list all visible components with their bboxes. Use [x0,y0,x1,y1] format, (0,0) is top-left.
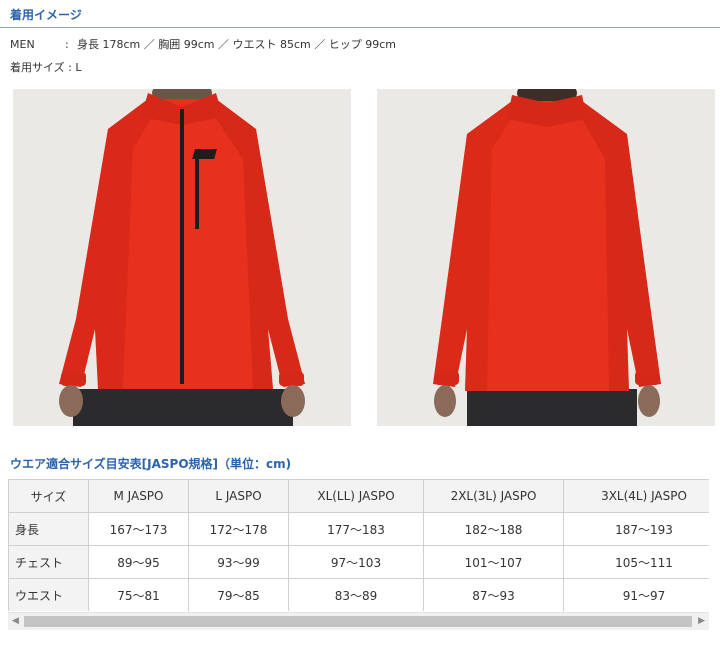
table-cell: 187〜193 [563,512,709,546]
table-cell: 105〜111 [563,545,709,579]
table-row: 身長 167〜173 172〜178 177〜183 182〜188 187〜1… [8,512,709,546]
table-cell: 167〜173 [88,512,189,546]
table-cell: 83〜89 [288,578,424,611]
model-colon: : [65,38,69,51]
size-table-container[interactable]: サイズ M JASPO L JASPO XL(LL) JASPO 2XL(3L)… [8,479,709,611]
table-row: ウエスト 75〜81 79〜85 83〜89 87〜93 91〜97 [8,578,709,611]
jacket-back-illustration [377,89,715,426]
table-cell: 89〜95 [88,545,189,579]
jacket-front-photo: D [13,89,351,426]
svg-text:D: D [221,151,228,160]
horizontal-scrollbar[interactable]: ◀ ▶ [8,612,709,630]
table-cell: 91〜97 [563,578,709,611]
header-cell: L JASPO [188,479,289,513]
jacket-back-photo [377,89,715,426]
model-gender-label: MEN [10,38,35,51]
scroll-left-arrow-icon[interactable]: ◀ [12,617,19,626]
section-title: 着用イメージ [10,8,82,22]
model-size-line: 着用サイズ : L [10,59,82,75]
jacket-front-illustration: D [13,89,351,426]
size-value: : L [68,61,82,74]
table-cell: 79〜85 [188,578,289,611]
scroll-right-arrow-icon[interactable]: ▶ [698,617,705,626]
header-cell: M JASPO [88,479,189,513]
row-label: チェスト [8,545,89,579]
table-cell: 93〜99 [188,545,289,579]
title-divider [0,27,720,28]
table-cell: 75〜81 [88,578,189,611]
row-label: ウエスト [8,578,89,611]
model-measurements-line: MEN: 身長 178cm ／ 胸囲 99cm ／ ウエスト 85cm ／ ヒップ… [10,36,396,52]
table-cell: 172〜178 [188,512,289,546]
scrollbar-thumb[interactable] [24,616,692,627]
header-cell: XL(LL) JASPO [288,479,424,513]
size-label: 着用サイズ [10,61,65,74]
size-table-title: ウエア適合サイズ目安表[JASPO規格]（単位：cm) [10,457,292,471]
header-cell: 2XL(3L) JASPO [423,479,564,513]
header-cell: サイズ [8,479,89,513]
model-measurements: 身長 178cm ／ 胸囲 99cm ／ ウエスト 85cm ／ ヒップ 99c… [77,38,397,51]
table-cell: 87〜93 [423,578,564,611]
brand-logo: D [192,149,228,160]
size-table: サイズ M JASPO L JASPO XL(LL) JASPO 2XL(3L)… [8,479,709,611]
table-cell: 101〜107 [423,545,564,579]
table-cell: 177〜183 [288,512,424,546]
table-cell: 182〜188 [423,512,564,546]
table-cell: 97〜103 [288,545,424,579]
row-label: 身長 [8,512,89,546]
table-row: チェスト 89〜95 93〜99 97〜103 101〜107 105〜111 [8,545,709,579]
header-cell: 3XL(4L) JASPO [563,479,709,513]
table-header-row: サイズ M JASPO L JASPO XL(LL) JASPO 2XL(3L)… [8,479,709,513]
